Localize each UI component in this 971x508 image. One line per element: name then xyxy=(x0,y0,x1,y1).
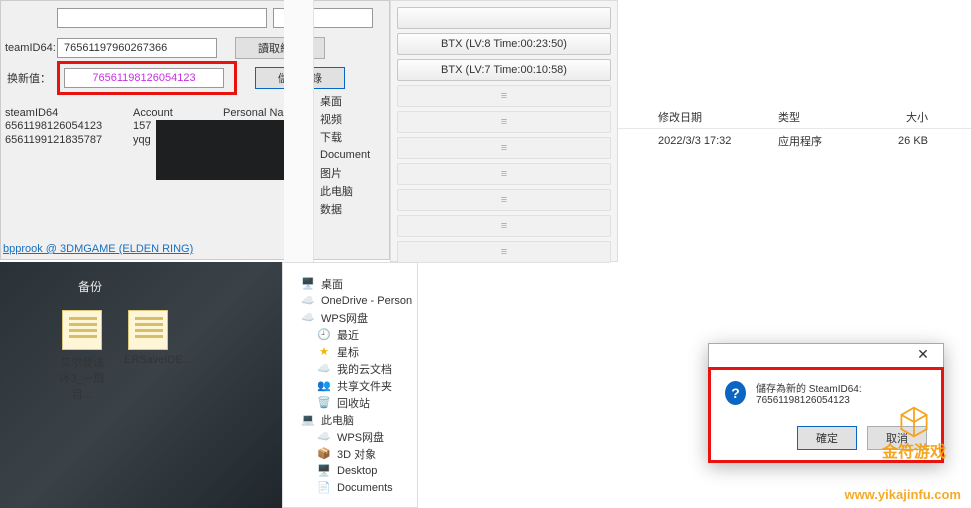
share-icon: 👥 xyxy=(317,379,331,393)
new-value-input[interactable] xyxy=(64,68,224,88)
qa-item[interactable]: 🖥️Desktop xyxy=(283,462,417,479)
qa-item[interactable]: ☁️WPS网盘 xyxy=(283,309,417,326)
slot-ghost[interactable]: ≡ xyxy=(397,215,611,237)
qa-item[interactable]: ☁️WPS网盘 xyxy=(283,428,417,445)
cell-type: 应用程序 xyxy=(778,133,868,149)
icon-label: 艾尔登法环3_一周目... xyxy=(58,354,106,402)
ok-button[interactable]: 確定 xyxy=(797,426,857,450)
trash-icon: 🗑️ xyxy=(317,396,331,410)
cancel-button[interactable]: 取消 xyxy=(867,426,927,450)
desktop-icon-folder[interactable]: 艾尔登法环3_一周目... xyxy=(58,310,106,402)
steam-input[interactable] xyxy=(57,38,217,58)
slot-ghost[interactable]: ≡ xyxy=(397,85,611,107)
cell-id: 6561198126054123 xyxy=(5,120,133,180)
new-label: 换新值： xyxy=(5,70,57,86)
backup-label: 备份 xyxy=(78,278,102,295)
desktop-icon-app[interactable]: ERSaveIDE... xyxy=(124,310,172,402)
cloud-icon: ☁️ xyxy=(301,311,315,325)
slot-ghost[interactable]: ≡ xyxy=(397,241,611,263)
slot-button[interactable]: BTX (LV:7 Time:00:10:58) xyxy=(397,59,611,81)
star-icon: ★ xyxy=(317,345,331,359)
credit-link[interactable]: bpprook @ 3DMGAME (ELDEN RING) xyxy=(3,243,193,255)
doc-icon: 📄 xyxy=(317,481,331,495)
dialog-message: 儲存為新的 SteamID64: 76561198126054123 xyxy=(756,380,933,406)
save-slot-panel: BTX (LV:8 Time:00:23:50) BTX (LV:7 Time:… xyxy=(390,0,618,262)
cell-id: 6561199121835787 xyxy=(5,134,133,146)
icon-label: ERSaveIDE... xyxy=(124,354,172,366)
desktop-icons: 艾尔登法环3_一周目... ERSaveIDE... xyxy=(58,310,172,402)
slot-ghost[interactable]: ≡ xyxy=(397,137,611,159)
explorer-blank xyxy=(618,0,971,105)
pc-icon: 💻 xyxy=(301,413,315,427)
qa-item[interactable]: 👥共享文件夹 xyxy=(283,377,417,394)
steam-label: teamID64: xyxy=(5,42,57,54)
cell-acct: yqg xyxy=(133,134,161,146)
qa-item[interactable]: 🖥️桌面 xyxy=(283,275,417,292)
col-steamid: steamID64 xyxy=(5,107,133,119)
clock-icon: 🕘 xyxy=(317,328,331,342)
explorer-list: 修改日期 类型 大小 2022/3/3 17:32 应用程序 26 KB xyxy=(618,105,971,155)
explorer-row[interactable]: 2022/3/3 17:32 应用程序 26 KB xyxy=(618,129,971,153)
qa-item[interactable]: 💻此电脑 xyxy=(283,411,417,428)
col-type[interactable]: 类型 xyxy=(778,109,868,125)
qa-item[interactable]: 📄Documents xyxy=(283,479,417,496)
close-icon[interactable]: ✕ xyxy=(903,345,943,367)
qa-item[interactable]: ☁️OneDrive - Person xyxy=(283,292,417,309)
slot-blank[interactable] xyxy=(397,7,611,29)
slot-ghost[interactable]: ≡ xyxy=(397,111,611,133)
dialog-body: ? 儲存為新的 SteamID64: 76561198126054123 確定 … xyxy=(708,367,944,463)
watermark-url: www.yikajinfu.com xyxy=(844,487,961,502)
qa-item[interactable]: 🗑️回收站 xyxy=(283,394,417,411)
path-input[interactable] xyxy=(57,8,267,28)
redacted-block xyxy=(156,120,286,180)
cloud-icon: ☁️ xyxy=(301,294,315,308)
col-account: Account xyxy=(133,107,223,119)
col-date[interactable]: 修改日期 xyxy=(658,109,778,125)
cell-size: 26 KB xyxy=(868,135,928,147)
qa-item[interactable]: ★星标 xyxy=(283,343,417,360)
desktop-icon: 🖥️ xyxy=(301,277,315,291)
qa-item[interactable]: 📦3D 对象 xyxy=(283,445,417,462)
cube-icon: 📦 xyxy=(317,447,331,461)
cloud-icon: ☁️ xyxy=(317,430,331,444)
slot-ghost[interactable]: ≡ xyxy=(397,163,611,185)
slot-button[interactable]: BTX (LV:8 Time:00:23:50) xyxy=(397,33,611,55)
confirm-dialog: ✕ ? 儲存為新的 SteamID64: 76561198126054123 確… xyxy=(708,343,944,463)
quick-access-tree: 🖥️桌面 ☁️OneDrive - Person ☁️WPS网盘 🕘最近 ★星标… xyxy=(282,262,418,508)
cloud-icon: ☁️ xyxy=(317,362,331,376)
qa-item[interactable]: 🕘最近 xyxy=(283,326,417,343)
dialog-titlebar: ✕ xyxy=(709,344,943,368)
desktop-icon: 🖥️ xyxy=(317,464,331,478)
quick-strip xyxy=(284,0,314,262)
slot-ghost[interactable]: ≡ xyxy=(397,189,611,211)
faded-tree: 桌面 视频 下载 Document 图片 此电脑 数据 xyxy=(320,92,390,262)
explorer-cols: 修改日期 类型 大小 xyxy=(618,105,971,129)
cell-date: 2022/3/3 17:32 xyxy=(658,135,778,147)
qa-item[interactable]: ☁️我的云文档 xyxy=(283,360,417,377)
question-icon: ? xyxy=(725,381,746,405)
highlighted-input-box xyxy=(57,61,237,95)
col-size[interactable]: 大小 xyxy=(868,109,928,125)
